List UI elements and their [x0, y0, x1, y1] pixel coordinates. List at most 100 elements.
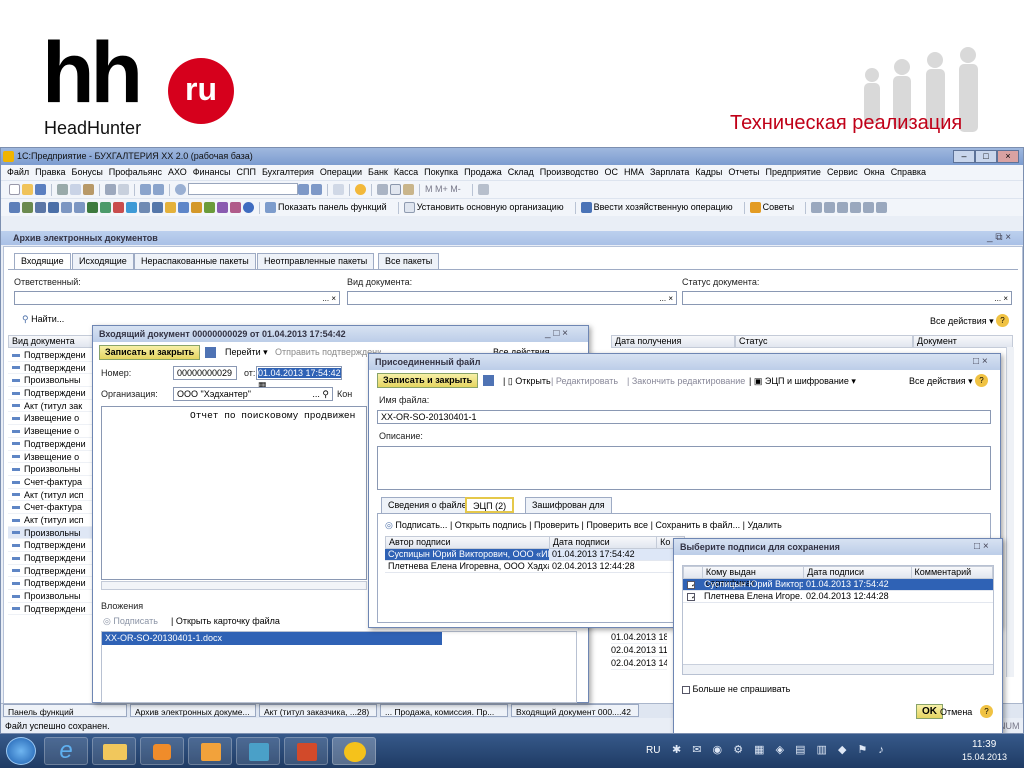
menu-item[interactable]: Правка: [35, 167, 65, 177]
tab-ecp[interactable]: ЭЦП (2): [465, 497, 515, 513]
clipboard-icon[interactable]: [403, 184, 414, 195]
menu-item[interactable]: Бухгалтерия: [262, 167, 314, 177]
1c-icon[interactable]: [332, 737, 376, 765]
list-header-received[interactable]: Дата получения: [611, 335, 735, 348]
enter-operation-button[interactable]: Ввести хозяйственную операцию: [594, 199, 733, 216]
tool-icon[interactable]: [191, 202, 202, 213]
tab-file-info[interactable]: Сведения о файле: [381, 497, 474, 513]
tool-icon[interactable]: [35, 202, 46, 213]
responsible-field[interactable]: ... ×: [14, 291, 340, 305]
list-item[interactable]: Подтверждени: [8, 552, 94, 565]
list-item[interactable]: Счет-фактура: [8, 501, 94, 514]
menu-item[interactable]: Банк: [368, 167, 388, 177]
find-next-icon[interactable]: [298, 184, 309, 195]
list-item[interactable]: Акт (титул зак: [8, 400, 94, 413]
select-checkbox[interactable]: ✓: [687, 580, 695, 589]
menu-item[interactable]: Кадры: [695, 167, 722, 177]
sig-header-author[interactable]: Автор подписи: [386, 537, 549, 548]
save-icon[interactable]: [205, 347, 216, 358]
menu-item[interactable]: Отчеты: [728, 167, 759, 177]
tool-icon[interactable]: [863, 202, 875, 213]
menu-item[interactable]: Файл: [7, 167, 29, 177]
menu-item[interactable]: Бонусы: [72, 167, 103, 177]
tab-all-packages[interactable]: Все пакеты: [378, 253, 440, 269]
tab-unpacked[interactable]: Нераспакованные пакеты: [134, 253, 256, 269]
find-prev-icon[interactable]: [311, 184, 322, 195]
list-item[interactable]: Акт (титул исп: [8, 514, 94, 527]
field-buttons-icon[interactable]: ... ×: [659, 294, 673, 303]
signature-row[interactable]: Суспицын Юрий Викторович, ООО «ИН...01.0…: [385, 549, 685, 561]
sig-header-date[interactable]: Дата подписи: [548, 537, 656, 548]
tab-incoming[interactable]: Входящие: [14, 253, 71, 269]
preview-icon[interactable]: [118, 184, 129, 195]
tool-icon[interactable]: [230, 202, 241, 213]
clock-time[interactable]: 11:39: [972, 739, 996, 750]
tool-icon[interactable]: [811, 202, 823, 213]
list-item[interactable]: Подтверждени: [8, 577, 94, 591]
tool-icon[interactable]: [824, 202, 836, 213]
network-app-icon[interactable]: [236, 737, 280, 765]
menu-item[interactable]: Склад: [508, 167, 534, 177]
tips-icon[interactable]: [749, 202, 761, 213]
tool-icon[interactable]: [139, 202, 150, 213]
open-file-card-button[interactable]: | Открыть карточку файла: [171, 616, 280, 626]
powerpoint-icon[interactable]: [284, 737, 328, 765]
menu-item[interactable]: Продажа: [464, 167, 502, 177]
paste-icon[interactable]: [83, 184, 94, 195]
list-item[interactable]: Счет-фактура: [8, 476, 94, 489]
menu-item[interactable]: Производство: [540, 167, 599, 177]
save-close-button[interactable]: Записать и закрыть: [99, 345, 201, 360]
tool-icon[interactable]: [100, 202, 111, 213]
tab-encrypted-for[interactable]: Зашифрован для: [525, 497, 612, 513]
list-scrollbar[interactable]: [1006, 347, 1014, 677]
list-item[interactable]: Извещение о: [8, 451, 94, 464]
date-field[interactable]: 01.04.2013 17:54:42 ▦: [256, 366, 342, 390]
list-item[interactable]: Произвольны: [8, 463, 94, 476]
dialog-controls[interactable]: □ ×: [974, 541, 989, 552]
header-sig-date[interactable]: Дата подписи: [803, 567, 910, 578]
dialog-controls[interactable]: □ ×: [973, 356, 988, 367]
window-tab[interactable]: Панель функций: [3, 704, 127, 717]
info-icon[interactable]: [355, 184, 366, 195]
tab-unsent[interactable]: Неотправленные пакеты: [257, 253, 375, 269]
menu-item[interactable]: Финансы: [193, 167, 231, 177]
archive-window-controls[interactable]: _ ⧉ ×: [987, 232, 1011, 243]
outlook-icon[interactable]: [188, 737, 232, 765]
tool-icon[interactable]: [178, 202, 189, 213]
ecp-menu[interactable]: | ▣ ЭЦП и шифрование ▾: [749, 376, 856, 387]
copy-icon[interactable]: [70, 184, 81, 195]
undo-icon[interactable]: [140, 184, 151, 195]
save-icon[interactable]: [35, 184, 46, 195]
close-button[interactable]: ×: [997, 150, 1019, 163]
panel-icon[interactable]: [265, 202, 276, 213]
window-tab[interactable]: ... Продажа, комиссия. Пр...: [380, 704, 508, 717]
menu-item[interactable]: ОС: [604, 167, 618, 177]
calculator-icon[interactable]: [377, 184, 388, 195]
signature-row[interactable]: Плетнева Елена Игоревна, ООО Хэдха...02.…: [385, 561, 685, 573]
menu-item[interactable]: Справка: [891, 167, 926, 177]
window-tab[interactable]: Архив электронных докуме...: [130, 704, 256, 717]
start-button[interactable]: [6, 737, 36, 765]
menu-item[interactable]: АХО: [168, 167, 187, 177]
window-tab[interactable]: Входящий документ 000....42: [511, 704, 639, 717]
header-comment[interactable]: Комментарий: [910, 567, 992, 578]
list-header-status[interactable]: Статус: [735, 335, 913, 348]
menu-item[interactable]: Окна: [864, 167, 885, 177]
verify-all-button[interactable]: Проверить все: [586, 520, 648, 530]
maximize-button[interactable]: □: [975, 150, 997, 163]
list-item[interactable]: Подтверждени: [8, 362, 94, 375]
list-header-doc-kind[interactable]: Вид документа: [8, 335, 94, 348]
tray-icons[interactable]: ✱ ✉ ◉ ⚙ ▦ ◈ ▤ ▥ ◆ ⚑ ♪: [672, 743, 888, 756]
org-icon[interactable]: [403, 202, 415, 213]
show-panel-button[interactable]: Показать панель функций: [278, 199, 387, 216]
tool-icon[interactable]: [48, 202, 59, 213]
delete-button[interactable]: Удалить: [747, 520, 781, 530]
field-buttons-icon[interactable]: ... ×: [322, 294, 336, 303]
list-item[interactable]: Произвольны: [8, 590, 94, 603]
menu-item[interactable]: Операции: [320, 167, 362, 177]
dont-ask-checkbox[interactable]: Больше не спрашивать: [682, 684, 790, 694]
description-field[interactable]: [377, 446, 991, 490]
set-org-button[interactable]: Установить основную организацию: [417, 199, 564, 216]
list-item[interactable]: Подтверждени: [8, 539, 94, 552]
finish-edit-button[interactable]: | Закончить редактирование: [627, 376, 745, 386]
